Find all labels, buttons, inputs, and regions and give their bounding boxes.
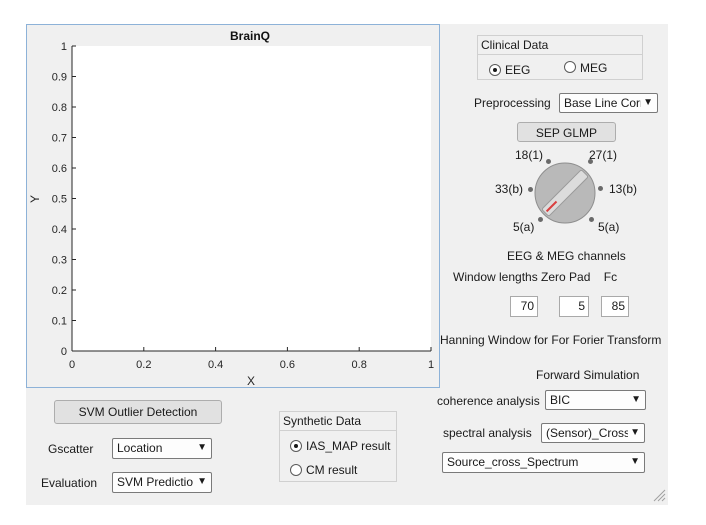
chevron-down-icon: ▼ bbox=[628, 424, 640, 442]
chevron-down-icon: ▼ bbox=[629, 391, 641, 409]
y-tick-label: 0.3 bbox=[52, 255, 67, 267]
chevron-down-icon: ▼ bbox=[195, 439, 207, 457]
x-tick-label: 1 bbox=[428, 359, 434, 371]
evaluation-value: SVM Predictio bbox=[117, 475, 194, 489]
plot-area bbox=[72, 46, 431, 351]
ias-map-radio[interactable] bbox=[290, 440, 302, 452]
coherence-select[interactable]: BIC ▼ bbox=[545, 390, 646, 410]
spectrum-select[interactable]: Source_cross_Spectrum ▼ bbox=[442, 452, 645, 473]
x-tick-label: 0.4 bbox=[208, 359, 223, 371]
preprocessing-select[interactable]: Base Line Corr ▼ bbox=[559, 93, 658, 113]
spectral-value: (Sensor)_Cross bbox=[546, 426, 631, 440]
y-tick-label: 0 bbox=[61, 346, 67, 358]
cm-result-radio-label[interactable]: CM result bbox=[306, 463, 357, 477]
evaluation-label: Evaluation bbox=[41, 476, 98, 490]
window-header-label: Window lengths Zero Pad Fc bbox=[453, 270, 618, 284]
y-tick-label: 0.7 bbox=[52, 133, 67, 145]
chevron-down-icon: ▼ bbox=[641, 94, 653, 112]
y-tick-label: 0.4 bbox=[52, 224, 67, 236]
channels-label: EEG & MEG channels bbox=[507, 249, 626, 263]
preprocessing-value: Base Line Corr bbox=[564, 96, 645, 110]
synthetic-data-divider bbox=[279, 430, 397, 431]
axes-title: BrainQ bbox=[230, 29, 270, 43]
y-tick-label: 0.1 bbox=[52, 316, 67, 328]
window-length-field[interactable]: 70 bbox=[510, 296, 538, 317]
preprocessing-label: Preprocessing bbox=[474, 96, 551, 110]
hanning-label: Hanning Window for For Forier Transform bbox=[440, 333, 662, 347]
eeg-radio-label[interactable]: EEG bbox=[505, 63, 530, 77]
knob-label-27: 27(1) bbox=[589, 148, 618, 162]
chevron-down-icon: ▼ bbox=[195, 473, 207, 491]
ias-map-radio-label[interactable]: IAS_MAP result bbox=[306, 439, 390, 453]
clinical-data-divider bbox=[477, 54, 643, 55]
y-tick-label: 1 bbox=[61, 41, 67, 53]
y-axis-label: Y bbox=[28, 195, 42, 203]
y-tick-label: 0.2 bbox=[52, 285, 67, 297]
clinical-data-title: Clinical Data bbox=[481, 38, 549, 52]
sep-glmp-button[interactable]: SEP GLMP bbox=[517, 122, 616, 142]
meg-radio-label[interactable]: MEG bbox=[580, 61, 607, 75]
knob-label-18: 18(1) bbox=[515, 148, 544, 162]
knob-label-5a-left: 5(a) bbox=[513, 220, 535, 234]
y-tick-label: 0.6 bbox=[52, 163, 67, 175]
forward-simulation-label: Forward Simulation bbox=[536, 368, 640, 382]
eeg-radio[interactable] bbox=[489, 64, 501, 76]
gscatter-value: Location bbox=[117, 441, 163, 455]
meg-radio[interactable] bbox=[564, 61, 576, 73]
cm-result-radio[interactable] bbox=[290, 464, 302, 476]
evaluation-select[interactable]: SVM Predictio ▼ bbox=[112, 472, 212, 493]
channel-knob[interactable] bbox=[533, 161, 597, 225]
synthetic-data-title: Synthetic Data bbox=[283, 414, 362, 428]
x-tick-label: 0.8 bbox=[352, 359, 367, 371]
x-tick-label: 0.6 bbox=[280, 359, 295, 371]
x-axis-label: X bbox=[247, 374, 255, 388]
gscatter-select[interactable]: Location ▼ bbox=[112, 438, 212, 459]
x-tick-label: 0 bbox=[69, 359, 75, 371]
coherence-value: BIC bbox=[550, 393, 571, 407]
figure-window: BrainQ 0 0.1 0.2 0.3 0.4 0.5 0.6 0.7 0.8 0.9 1 0 0.… bbox=[0, 0, 706, 525]
knob-dot-13 bbox=[598, 186, 603, 191]
knob-label-33: 33(b) bbox=[495, 182, 524, 196]
svm-outlier-detection-button[interactable]: SVM Outlier Detection bbox=[54, 400, 222, 424]
spectral-label: spectral analysis bbox=[443, 426, 532, 440]
y-tick-label: 0.5 bbox=[52, 194, 67, 206]
zero-pad-field[interactable]: 5 bbox=[559, 296, 589, 317]
coherence-label: coherence analysis bbox=[437, 394, 540, 408]
knob-label-5a-right: 5(a) bbox=[598, 220, 620, 234]
chevron-down-icon: ▼ bbox=[628, 453, 640, 471]
y-tick-label: 0.9 bbox=[52, 72, 67, 84]
knob-label-13: 13(b) bbox=[609, 182, 638, 196]
spectral-select[interactable]: (Sensor)_Cross ▼ bbox=[541, 423, 645, 443]
resize-grip-icon[interactable] bbox=[652, 488, 666, 502]
y-tick-label: 0.8 bbox=[52, 102, 67, 114]
spectrum-value: Source_cross_Spectrum bbox=[447, 455, 579, 469]
fc-field[interactable]: 85 bbox=[601, 296, 629, 317]
x-tick-label: 0.2 bbox=[136, 359, 151, 371]
gscatter-label: Gscatter bbox=[48, 442, 94, 456]
